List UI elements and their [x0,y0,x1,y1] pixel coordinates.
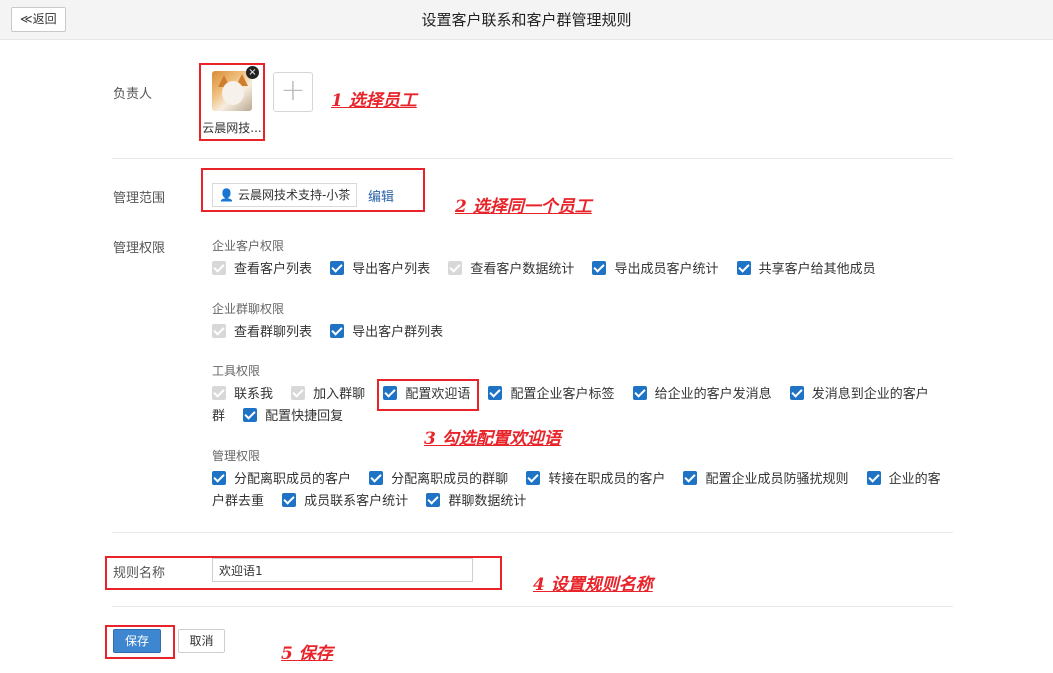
checkbox [448,261,463,275]
permission-label: 给企业的客户发消息 [654,387,772,402]
permission-group-management: 分配离职成员的客户 分配离职成员的群聊 转接在职成员的客户 配置企业成员防骚扰规… [212,469,952,513]
highlight-box [105,556,502,590]
permission-checkbox-item: 查看客户列表 [212,261,313,277]
permission-group-tools: 联系我 加入群聊 配置欢迎语 配置企业客户标签 给企业的客户发消息 发消息到企业… [212,384,952,428]
checkbox[interactable] [866,471,881,485]
checkbox[interactable] [369,471,384,485]
permission-group-title: 工具权限 [212,364,261,378]
permission-checkbox-item[interactable]: 给企业的客户发消息 [632,386,772,402]
permission-checkbox-item[interactable]: 配置企业客户标签 [488,386,615,402]
permission-checkbox-item: 加入群聊 [291,386,366,402]
permission-checkbox-item[interactable]: 共享客户给其他成员 [736,261,876,277]
permission-label: 配置企业客户标签 [510,387,615,402]
permission-checkbox-item[interactable]: 导出成员客户统计 [592,261,719,277]
divider [112,606,953,607]
permission-checkbox-item: 查看群聊列表 [212,324,313,340]
step-annotation: 1 选择员工 [331,91,417,111]
highlight-box [377,379,479,411]
permission-label: 导出成员客户统计 [614,262,719,277]
permission-checkbox-item[interactable]: 分配离职成员的群聊 [369,471,509,487]
permission-checkbox-item[interactable]: 导出客户列表 [330,261,431,277]
checkbox[interactable] [683,471,698,485]
permission-checkbox-item[interactable]: 成员联系客户统计 [282,493,409,509]
permission-label: 查看客户数据统计 [470,262,575,277]
checkbox[interactable] [426,493,441,507]
permissions-label: 管理权限 [113,241,166,256]
permission-checkbox-item[interactable]: 群聊数据统计 [426,493,527,509]
permission-label: 导出客户列表 [352,262,431,277]
checkbox[interactable] [632,386,647,400]
permission-label: 群聊数据统计 [448,494,527,509]
top-bar: ≪返回 设置客户联系和客户群管理规则 [0,0,1053,40]
checkbox[interactable] [282,493,297,507]
permission-checkbox-item[interactable]: 配置企业成员防骚扰规则 [683,471,849,487]
permission-checkbox-item[interactable]: 转接在职成员的客户 [526,471,666,487]
page-title: 设置客户联系和客户群管理规则 [421,11,632,29]
permission-label: 加入群聊 [313,387,366,402]
checkbox[interactable] [592,261,607,275]
checkbox [291,386,306,400]
checkbox[interactable] [736,261,751,275]
permission-group-title: 企业客户权限 [212,239,285,253]
permission-group-chat: 查看群聊列表 导出客户群列表 [212,322,952,344]
checkbox[interactable] [243,408,258,422]
checkbox[interactable] [526,471,541,485]
permission-label: 分配离职成员的群聊 [391,472,509,487]
checkbox [212,386,226,400]
step-annotation: 2 选择同一个员工 [455,197,592,217]
divider [112,532,953,533]
permission-label: 联系我 [234,387,274,402]
cancel-button[interactable]: 取消 [178,629,225,653]
checkbox[interactable] [789,386,804,400]
permission-group-title: 管理权限 [212,449,261,463]
owner-label: 负责人 [113,87,153,102]
highlight-box [201,168,425,212]
permission-checkbox-item[interactable]: 导出客户群列表 [330,324,444,340]
checkbox [212,261,226,275]
scope-label: 管理范围 [113,191,166,206]
permission-checkbox-item[interactable]: 分配离职成员的客户 [212,471,352,487]
permission-label: 查看群聊列表 [234,325,313,340]
permission-checkbox-item: 联系我 [212,386,274,402]
permission-label: 配置企业成员防骚扰规则 [705,472,849,487]
permission-checkbox-item[interactable]: 配置快捷回复 [243,408,344,424]
add-employee-button[interactable]: + [273,72,313,112]
divider [112,158,953,159]
permission-label: 转接在职成员的客户 [548,472,666,487]
step-annotation: 5 保存 [281,644,333,664]
highlight-box [105,625,175,659]
step-annotation: 3 勾选配置欢迎语 [424,429,561,449]
permission-label: 配置快捷回复 [265,409,344,424]
checkbox[interactable] [330,324,345,338]
permission-label: 成员联系客户统计 [304,494,409,509]
permission-label: 共享客户给其他成员 [758,262,876,277]
permission-group-customer: 查看客户列表 导出客户列表 查看客户数据统计 导出成员客户统计 共享客户给其他成… [212,259,952,281]
checkbox[interactable] [330,261,345,275]
permission-label: 分配离职成员的客户 [234,472,352,487]
permission-group-title: 企业群聊权限 [212,302,285,316]
highlight-box [199,63,265,141]
permission-checkbox-item: 查看客户数据统计 [448,261,575,277]
checkbox [212,324,226,338]
permission-label: 导出客户群列表 [352,325,444,340]
step-annotation: 4 设置规则名称 [533,575,653,595]
permission-label: 查看客户列表 [234,262,313,277]
checkbox[interactable] [488,386,503,400]
checkbox[interactable] [212,471,226,485]
